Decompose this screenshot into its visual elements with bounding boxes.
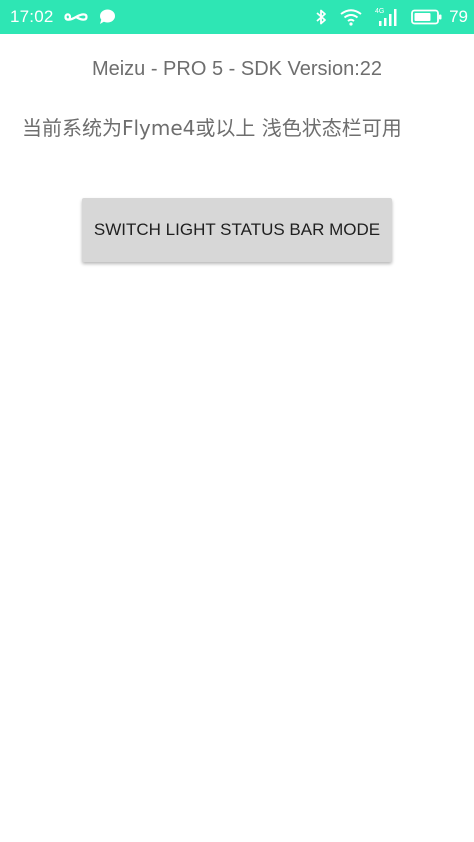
switch-light-status-bar-button[interactable]: SWITCH LIGHT STATUS BAR MODE <box>82 198 392 262</box>
battery-percent: 79 <box>449 7 468 26</box>
battery-icon <box>411 0 443 34</box>
bluetooth-icon <box>315 0 327 34</box>
chat-bubble-icon <box>98 0 116 34</box>
status-time: 17:02 <box>10 7 54 26</box>
wifi-icon <box>339 0 363 34</box>
device-info-text: Meizu - PRO 5 - SDK Version:22 <box>91 58 383 80</box>
infinity-icon <box>63 0 88 34</box>
network-type-label: 4G <box>375 8 384 15</box>
status-bar: 17:02 4G 79 <box>0 0 474 34</box>
system-message-text: 当前系统为Flyme4或以上 浅色状态栏可用 <box>22 116 402 140</box>
status-bar-right: 4G 79 <box>303 0 468 34</box>
cellular-signal-icon: 4G <box>375 0 399 34</box>
status-bar-left: 17:02 <box>10 0 116 34</box>
